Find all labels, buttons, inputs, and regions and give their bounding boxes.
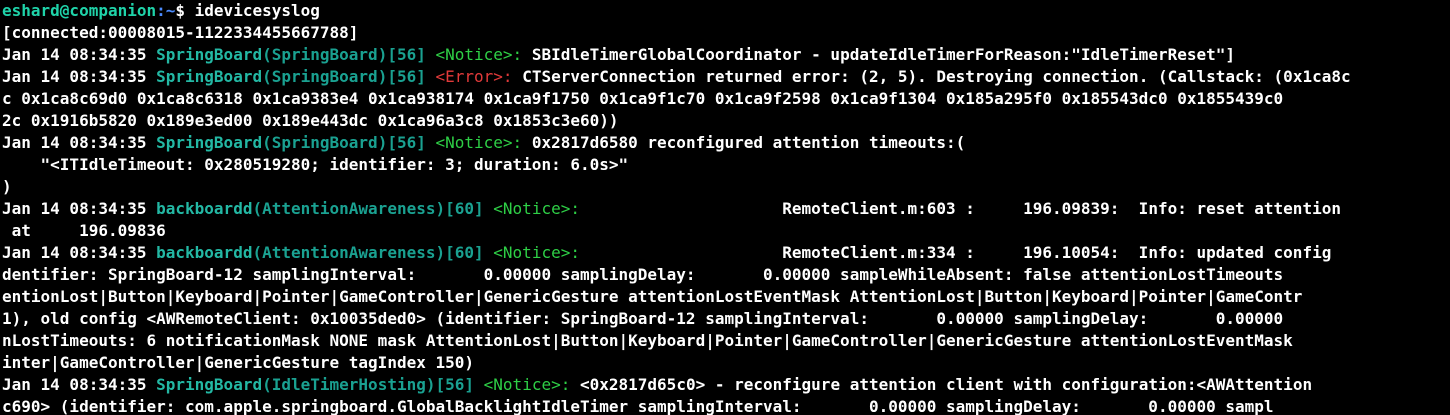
log-segment: <Notice>: xyxy=(483,375,580,394)
log-line: 2c 0x1916b5820 0x189e3ed00 0x189e443dc 0… xyxy=(2,110,1450,132)
log-segment: 1), old config <AWRemoteClient: 0x10035d… xyxy=(2,309,1284,328)
log-line: [connected:00008015-1122334455667788] xyxy=(2,22,1450,44)
log-line: dentifier: SpringBoard-12 samplingInterv… xyxy=(2,264,1450,286)
log-line: 1), old config <AWRemoteClient: 0x10035d… xyxy=(2,308,1450,330)
log-line: Jan 14 08:34:35 SpringBoard(SpringBoard)… xyxy=(2,66,1450,88)
log-segment: RemoteClient.m:334 : 196.10054: Info: up… xyxy=(589,243,1332,262)
log-segment: Jan 14 08:34:35 xyxy=(2,375,157,394)
log-segment: backboardd xyxy=(156,199,253,218)
log-segment: c 0x1ca8c69d0 0x1ca8c6318 0x1ca9383e4 0x… xyxy=(2,89,1284,108)
log-segment: SpringBoard xyxy=(156,375,263,394)
log-line: Jan 14 08:34:35 backboardd(AttentionAwar… xyxy=(2,242,1450,264)
log-segment: <Notice>: xyxy=(435,133,532,152)
log-segment: <Notice>: xyxy=(435,45,532,64)
log-segment: Jan 14 08:34:35 xyxy=(2,45,157,64)
log-line: Jan 14 08:34:35 SpringBoard(SpringBoard)… xyxy=(2,132,1450,154)
log-segment: nLostTimeouts: 6 notificationMask NONE m… xyxy=(2,331,1293,350)
log-line: c690> (identifier: com.apple.springboard… xyxy=(2,396,1450,415)
log-segment: RemoteClient.m:603 : 196.09839: Info: re… xyxy=(589,199,1341,218)
log-output: [connected:00008015-1122334455667788] Jan… xyxy=(2,22,1450,415)
log-segment: (IdleTimerHosting)[56] xyxy=(262,375,484,394)
log-segment: 2c 0x1916b5820 0x189e3ed00 0x189e443dc 0… xyxy=(2,111,619,130)
log-segment: (AttentionAwareness)[60] xyxy=(252,199,494,218)
log-line: inter|GameController|GenericGesture tagI… xyxy=(2,352,1450,374)
log-segment: c690> (identifier: com.apple.springboard… xyxy=(2,397,1274,415)
log-segment: <0x2817d65c0> - reconfigure attention cl… xyxy=(579,375,1313,394)
log-line: Jan 14 08:34:35 SpringBoard(SpringBoard)… xyxy=(2,44,1450,66)
log-segment: Jan 14 08:34:35 xyxy=(2,133,157,152)
prompt-symbol: $ xyxy=(175,1,195,20)
shell-prompt-line: eshard@companion:~$ idevicesyslog xyxy=(2,0,1450,22)
prompt-path: :~ xyxy=(156,1,176,20)
log-segment: SpringBoard xyxy=(156,67,263,86)
log-segment: <Notice>: xyxy=(493,243,590,262)
log-line: c 0x1ca8c69d0 0x1ca8c6318 0x1ca9383e4 0x… xyxy=(2,88,1450,110)
log-line: Jan 14 08:34:35 backboardd(AttentionAwar… xyxy=(2,198,1450,220)
log-line: Jan 14 08:34:35 SpringBoard(IdleTimerHos… xyxy=(2,374,1450,396)
log-segment: SpringBoard xyxy=(156,45,263,64)
log-segment: CTServerConnection returned error: (2, 5… xyxy=(522,67,1351,86)
log-segment: at 196.09836 xyxy=(2,221,166,240)
log-segment: dentifier: SpringBoard-12 samplingInterv… xyxy=(2,265,1284,284)
log-segment: <Error>: xyxy=(435,67,523,86)
log-segment: (AttentionAwareness)[60] xyxy=(252,243,494,262)
log-segment: <Notice>: xyxy=(493,199,590,218)
log-line: entionLost|Button|Keyboard|Pointer|GameC… xyxy=(2,286,1450,308)
prompt-user-host: eshard@companion xyxy=(2,1,157,20)
log-line: "<ITIdleTimeout: 0x280519280; identifier… xyxy=(2,154,1450,176)
log-segment: Jan 14 08:34:35 xyxy=(2,243,157,262)
prompt-command: idevicesyslog xyxy=(194,1,320,20)
log-segment: entionLost|Button|Keyboard|Pointer|GameC… xyxy=(2,287,1303,306)
log-segment: Jan 14 08:34:35 xyxy=(2,199,157,218)
log-segment: (SpringBoard)[56] xyxy=(262,67,436,86)
log-segment: SpringBoard xyxy=(156,133,263,152)
log-segment: 0x2817d6580 reconfigured attention timeo… xyxy=(531,133,966,152)
log-segment: Jan 14 08:34:35 xyxy=(2,67,157,86)
log-segment: ) xyxy=(2,177,12,196)
log-segment: [connected:00008015-1122334455667788] xyxy=(2,23,359,42)
log-line: ) xyxy=(2,176,1450,198)
log-segment: (SpringBoard)[56] xyxy=(262,133,436,152)
log-segment: (SpringBoard)[56] xyxy=(262,45,436,64)
log-segment: "<ITIdleTimeout: 0x280519280; identifier… xyxy=(2,155,629,174)
log-line: nLostTimeouts: 6 notificationMask NONE m… xyxy=(2,330,1450,352)
terminal-window[interactable]: eshard@companion:~$ idevicesyslog [conne… xyxy=(0,0,1450,415)
log-line: at 196.09836 xyxy=(2,220,1450,242)
log-segment: SBIdleTimerGlobalCoordinator - updateIdl… xyxy=(531,45,1236,64)
log-segment: inter|GameController|GenericGesture tagI… xyxy=(2,353,475,372)
log-segment: backboardd xyxy=(156,243,253,262)
